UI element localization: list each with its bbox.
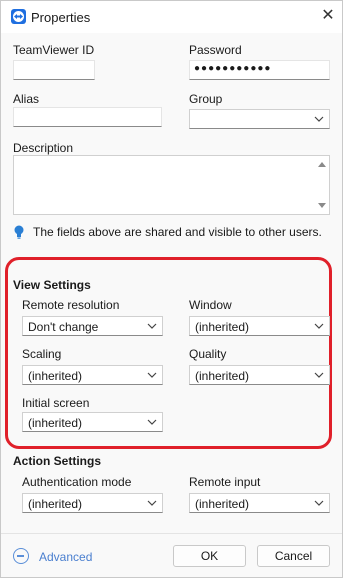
remote-resolution-select[interactable]: Don't change	[22, 316, 163, 336]
chevron-down-icon	[147, 372, 157, 378]
alias-label: Alias	[13, 92, 40, 106]
chevron-down-icon	[314, 372, 324, 378]
password-label: Password	[189, 43, 242, 57]
cancel-button[interactable]: Cancel	[257, 545, 330, 567]
quality-select[interactable]: (inherited)	[189, 365, 330, 385]
advanced-toggle[interactable]: Advanced	[39, 550, 92, 564]
teamviewer-logo-icon	[11, 9, 26, 24]
remote-input-select[interactable]: (inherited)	[189, 493, 330, 513]
authentication-mode-label: Authentication mode	[22, 475, 132, 489]
chevron-down-icon	[314, 323, 324, 329]
scaling-value: (inherited)	[28, 369, 83, 383]
shared-fields-note: The fields above are shared and visible …	[33, 225, 322, 239]
scroll-down-arrow-icon[interactable]	[318, 203, 326, 208]
description-label: Description	[13, 141, 74, 155]
ok-button[interactable]: OK	[173, 545, 246, 567]
teamviewer-id-label: TeamViewer ID	[13, 43, 95, 57]
chevron-down-icon	[314, 500, 324, 506]
remote-input-label: Remote input	[189, 475, 261, 489]
initial-screen-select[interactable]: (inherited)	[22, 412, 163, 432]
quality-value: (inherited)	[195, 369, 250, 383]
description-scrollbar[interactable]	[315, 156, 329, 214]
window-select[interactable]: (inherited)	[189, 316, 330, 336]
alias-field[interactable]	[13, 107, 162, 127]
title-bar: Properties ✕	[1, 1, 342, 33]
quality-label: Quality	[189, 347, 227, 361]
initial-screen-value: (inherited)	[28, 416, 83, 430]
window-title: Properties	[31, 10, 91, 25]
scaling-label: Scaling	[22, 347, 62, 361]
remote-resolution-label: Remote resolution	[22, 298, 120, 312]
properties-dialog: Properties ✕ TeamViewer ID Password ●●●●…	[0, 0, 343, 578]
teamviewer-id-field[interactable]	[13, 60, 95, 80]
view-settings-heading: View Settings	[13, 278, 91, 292]
window-value: (inherited)	[195, 320, 250, 334]
remote-input-value: (inherited)	[195, 497, 250, 511]
lightbulb-icon	[14, 225, 24, 239]
scaling-select[interactable]: (inherited)	[22, 365, 163, 385]
group-select[interactable]	[189, 109, 330, 129]
window-label: Window	[189, 298, 232, 312]
authentication-mode-select[interactable]: (inherited)	[22, 493, 163, 513]
collapse-minus-icon[interactable]	[13, 548, 29, 564]
chevron-down-icon	[314, 116, 324, 122]
chevron-down-icon	[147, 419, 157, 425]
chevron-down-icon	[147, 323, 157, 329]
close-icon[interactable]: ✕	[319, 7, 337, 25]
group-label: Group	[189, 92, 223, 106]
action-settings-heading: Action Settings	[13, 454, 102, 468]
footer-divider	[1, 533, 342, 534]
password-field[interactable]: ●●●●●●●●●●●	[189, 60, 330, 80]
remote-resolution-value: Don't change	[28, 320, 99, 334]
initial-screen-label: Initial screen	[22, 396, 90, 410]
scroll-up-arrow-icon[interactable]	[318, 162, 326, 167]
chevron-down-icon	[147, 500, 157, 506]
description-textarea[interactable]	[13, 155, 330, 215]
authentication-mode-value: (inherited)	[28, 497, 83, 511]
